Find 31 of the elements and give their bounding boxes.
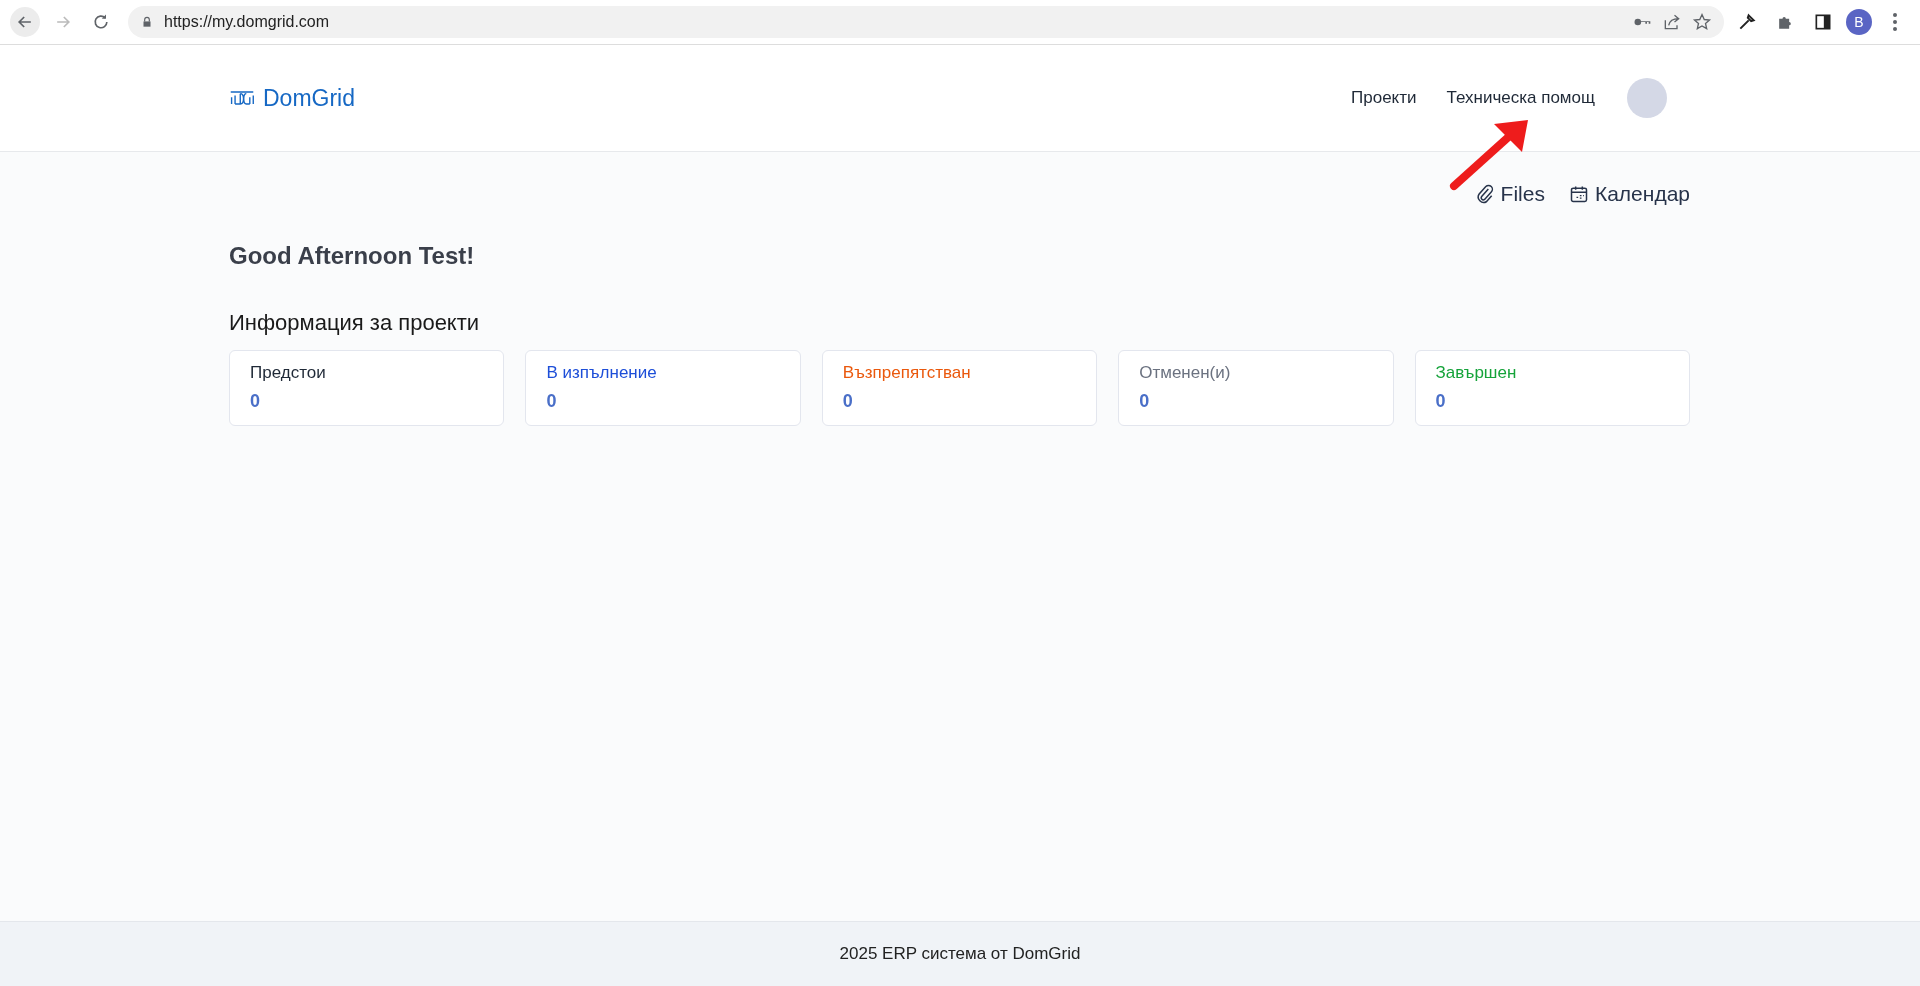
back-button[interactable] (10, 7, 40, 37)
paperclip-icon (1474, 184, 1495, 204)
star-icon (1692, 12, 1712, 32)
status-label: В изпълнение (546, 363, 658, 383)
quick-link[interactable]: Files (1474, 174, 1545, 214)
calendar-icon (1568, 184, 1589, 204)
greeting-heading: Good Afternoon Test! (229, 242, 476, 270)
status-count: 0 (250, 391, 261, 412)
nav-link[interactable]: Техническа помощ (1446, 88, 1595, 108)
status-count: 0 (546, 391, 558, 412)
status-label: Предстои (250, 363, 327, 383)
reload-icon (91, 12, 111, 32)
quick-link[interactable]: Календар (1568, 174, 1690, 214)
logo-link[interactable]: DomGrid (229, 84, 355, 112)
side-panel-icon (1813, 12, 1833, 32)
footer-text: 2025 ERP система от DomGrid (839, 944, 1081, 964)
status-count: 0 (1139, 391, 1151, 412)
status-count: 0 (1435, 391, 1447, 412)
status-label: Завършен (1435, 363, 1518, 383)
status-label: Възпрепятстван (842, 363, 972, 383)
logo-icon (229, 88, 255, 108)
nav-link[interactable]: Проекти (1351, 88, 1417, 108)
status-count: 0 (842, 391, 854, 412)
section-title: Информация за проекти (229, 310, 481, 336)
url-text: https://my.domgrid.com (164, 13, 331, 31)
share-icon (1662, 12, 1682, 32)
eyedropper-icon (1737, 12, 1757, 32)
menu-icon (1893, 13, 1897, 31)
status-label: Отменен(и) (1139, 363, 1232, 383)
profile-button[interactable]: B (1846, 9, 1872, 35)
address-bar[interactable]: https://my.domgrid.com (128, 6, 1724, 38)
